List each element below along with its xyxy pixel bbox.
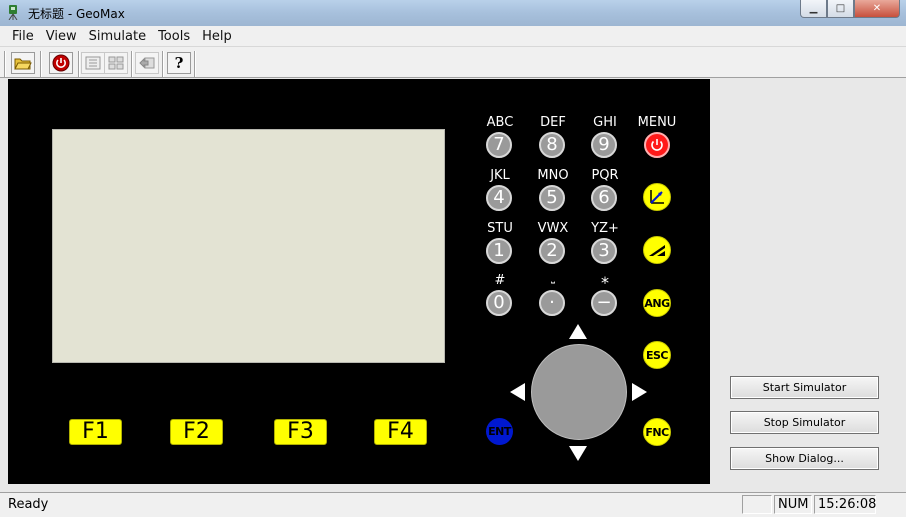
f3-key[interactable]: F3 — [274, 419, 327, 445]
key-dot[interactable]: · — [539, 290, 565, 316]
close-button[interactable]: ✕ — [854, 0, 900, 18]
f1-key[interactable]: F1 — [69, 419, 122, 445]
menu-file[interactable]: File — [6, 29, 40, 44]
measure-key[interactable] — [643, 183, 671, 211]
menu-simulate[interactable]: Simulate — [83, 29, 152, 44]
key-label-yz: YZ+ — [591, 221, 619, 236]
grid-button[interactable] — [104, 52, 128, 74]
help-button[interactable]: ? — [167, 52, 191, 74]
help-icon: ? — [174, 54, 184, 72]
key-9[interactable]: 9 — [591, 132, 617, 158]
key-label-pqr: PQR — [591, 168, 619, 183]
status-bar: Ready NUM 15:26:08 — [0, 492, 906, 517]
device-screen[interactable] — [52, 129, 445, 363]
list-button[interactable] — [81, 52, 105, 74]
key-5[interactable]: 5 — [539, 185, 565, 211]
status-clock: 15:26:08 — [814, 495, 876, 514]
key-label-menu: MENU — [637, 115, 677, 130]
key-label-stu: STU — [487, 221, 513, 236]
start-simulator-button[interactable]: Start Simulator — [730, 376, 879, 399]
key-6[interactable]: 6 — [591, 185, 617, 211]
window-title: 无标题 - GeoMax — [28, 7, 125, 21]
status-pane-empty — [742, 495, 772, 514]
open-folder-icon — [14, 58, 32, 70]
num-lock-indicator: NUM — [774, 495, 812, 514]
key-label-ghi: GHI — [593, 115, 617, 130]
toolbar: ? — [0, 46, 906, 78]
menu-help[interactable]: Help — [196, 29, 238, 44]
key-label-space: ⎵ — [551, 273, 555, 284]
key-7[interactable]: 7 — [486, 132, 512, 158]
power-button[interactable] — [49, 52, 73, 74]
ent-key[interactable]: ENT — [486, 418, 513, 445]
maximize-button[interactable]: □ — [827, 0, 854, 18]
status-text: Ready — [8, 497, 49, 512]
key-label-vwx: VWX — [537, 221, 569, 236]
navigation-pad[interactable] — [531, 344, 627, 440]
menu-view[interactable]: View — [40, 29, 83, 44]
toolbar-separator — [78, 51, 80, 77]
export-icon — [139, 57, 155, 69]
key-1[interactable]: 1 — [486, 238, 512, 264]
fnc-key[interactable]: FNC — [643, 418, 671, 446]
arrow-down-icon[interactable] — [569, 446, 587, 461]
key-2[interactable]: 2 — [539, 238, 565, 264]
open-button[interactable] — [11, 52, 35, 74]
close-icon: ✕ — [872, 3, 882, 14]
device-panel: F1 F2 F3 F4 ABC 7 DEF 8 GHI 9 MENU JKL 4… — [8, 79, 710, 484]
toolbar-separator — [194, 51, 196, 77]
window-controls: ▁ □ ✕ — [800, 0, 900, 18]
export-button[interactable] — [135, 52, 159, 74]
key-minus[interactable]: − — [591, 290, 617, 316]
key-label-jkl: JKL — [490, 168, 510, 183]
level-key[interactable] — [643, 236, 671, 264]
key-4[interactable]: 4 — [486, 185, 512, 211]
toolbar-separator — [40, 51, 42, 77]
esc-key[interactable]: ESC — [643, 341, 671, 369]
f4-key[interactable]: F4 — [374, 419, 427, 445]
toolbar-grip — [4, 51, 6, 77]
coordinate-axes-icon — [650, 190, 664, 204]
key-label-def: DEF — [540, 115, 566, 130]
stop-simulator-button[interactable]: Stop Simulator — [730, 411, 879, 434]
menu-tools[interactable]: Tools — [152, 29, 196, 44]
menu-power-key[interactable] — [644, 132, 670, 158]
arrow-left-icon[interactable] — [510, 383, 525, 401]
list-icon — [85, 56, 101, 70]
grid-icon — [108, 56, 124, 70]
key-label-abc: ABC — [486, 115, 514, 130]
minimize-icon: ▁ — [809, 3, 818, 14]
level-wedge-icon — [649, 245, 665, 256]
key-3[interactable]: 3 — [591, 238, 617, 264]
arrow-up-icon[interactable] — [569, 324, 587, 339]
app-icon — [8, 5, 18, 20]
power-icon — [651, 139, 663, 151]
key-label-hash: # — [494, 273, 506, 288]
title-bar: 无标题 - GeoMax ▁ □ ✕ — [0, 0, 906, 26]
show-dialog-button[interactable]: Show Dialog... — [730, 447, 879, 470]
ang-key[interactable]: ANG — [643, 289, 671, 317]
toolbar-separator — [131, 51, 133, 77]
maximize-icon: □ — [835, 3, 846, 14]
arrow-right-icon[interactable] — [632, 383, 647, 401]
key-8[interactable]: 8 — [539, 132, 565, 158]
key-0[interactable]: 0 — [486, 290, 512, 316]
f2-key[interactable]: F2 — [170, 419, 223, 445]
power-icon — [52, 54, 70, 72]
key-label-mno: MNO — [537, 168, 569, 183]
toolbar-separator — [162, 51, 164, 77]
minimize-button[interactable]: ▁ — [800, 0, 827, 18]
menu-bar: File View Simulate Tools Help — [0, 26, 906, 46]
